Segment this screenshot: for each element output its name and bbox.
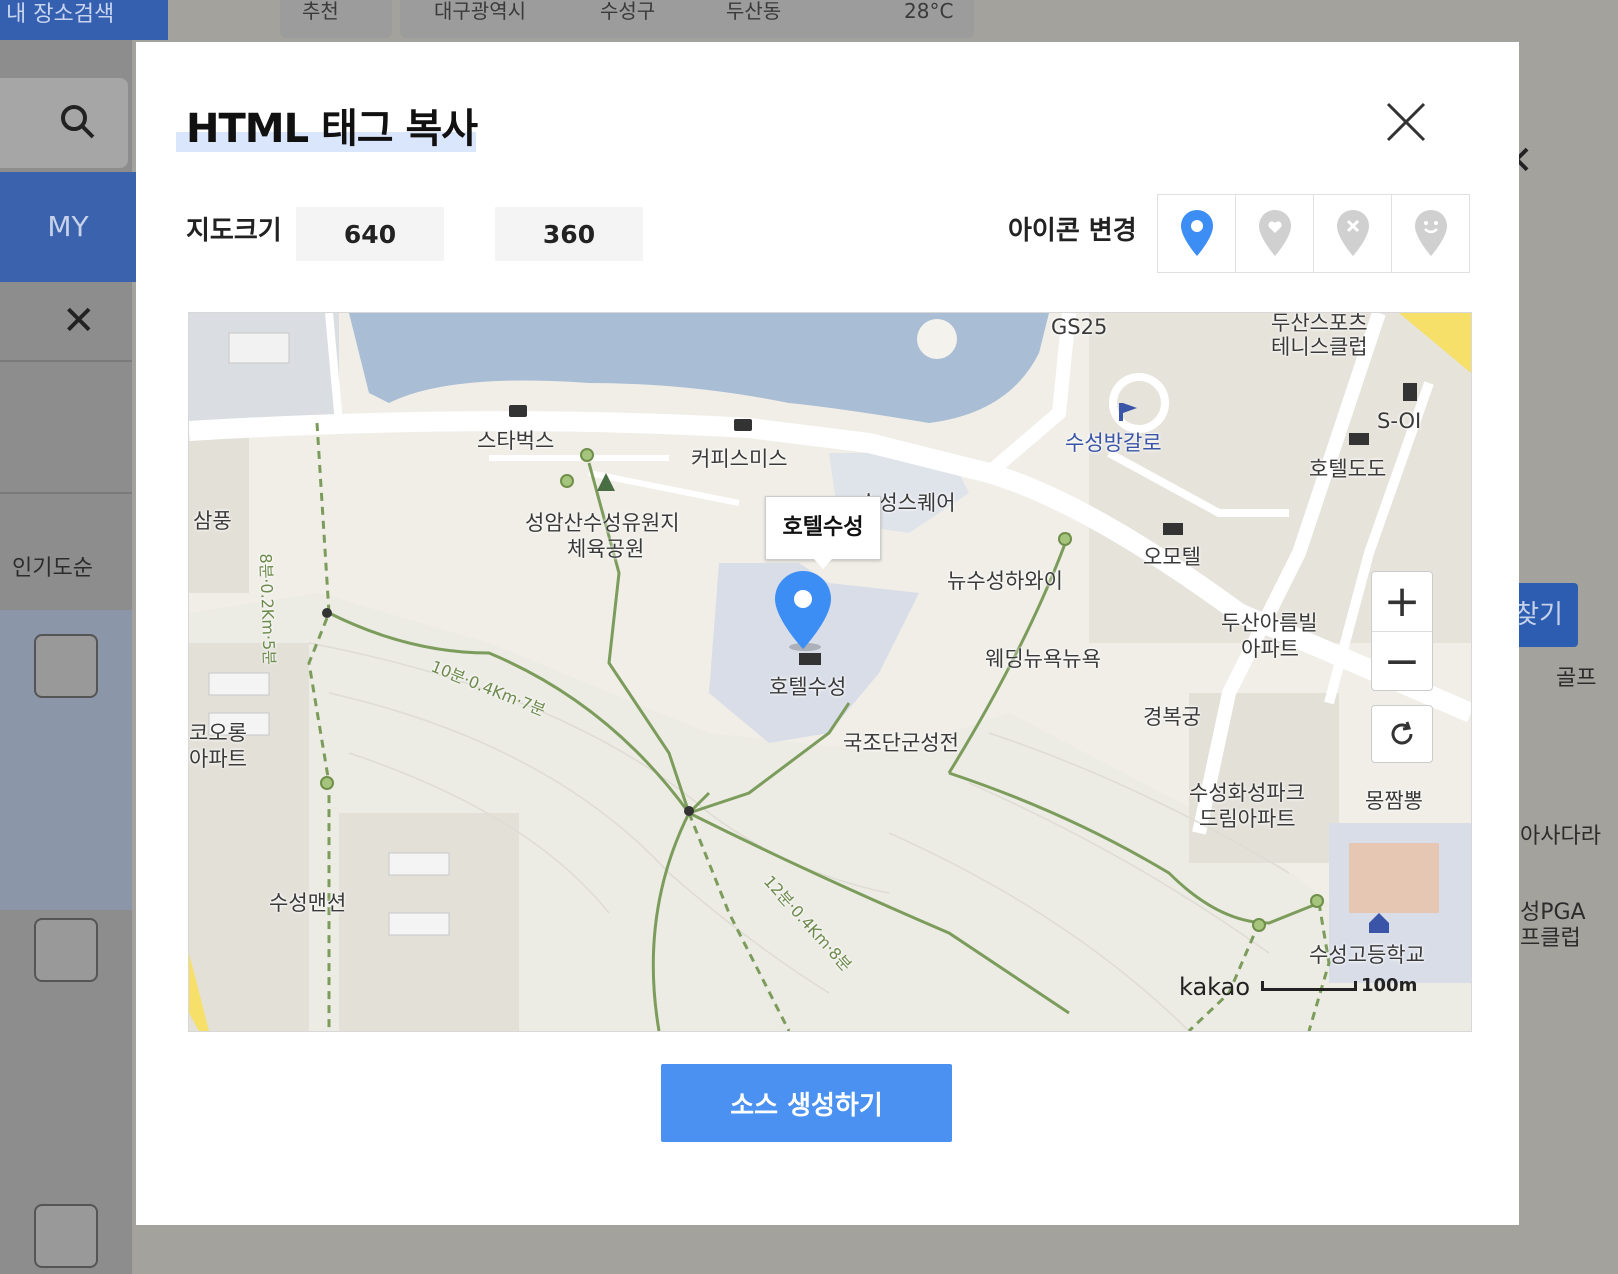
html-tag-copy-dialog: HTML 태그 복사 지도크기 아이콘 변경 [136,42,1519,1225]
my-tab[interactable]: MY [0,172,136,282]
my-place-search-tab[interactable]: 내 장소검색 [0,0,168,40]
map-label-hotel: 호텔수성 [769,675,847,699]
map-label-galro: 수성방갈로 [1065,431,1162,455]
map-width-input[interactable] [296,207,444,261]
map-label-gyeongbok: 경복궁 [1143,705,1201,729]
sort-label[interactable]: 인기도순 [12,550,93,582]
search-box[interactable] [0,78,128,168]
sort-dropdown-label: 추천 [302,0,339,23]
map-label-gs25: GS25 [1051,315,1108,339]
icon-option-x[interactable] [1314,195,1392,272]
scale-bar [1261,981,1357,991]
breadcrumb-city[interactable]: 대구광역시 [434,0,526,22]
dialog-title: HTML 태그 복사 [186,106,478,152]
map-label-soil: S-OI [1377,409,1422,433]
icon-selector [1157,194,1470,273]
map-label-mansion: 수성맨션 [269,891,347,915]
search-icon[interactable] [58,102,98,142]
marker-popup-label: 호텔수성 [782,515,864,540]
refresh-icon [1391,721,1413,745]
map-label-cafe: 커피스미스 [691,447,788,471]
breadcrumb-dong[interactable]: 두산동 [726,0,781,22]
map-label-dusan: 아파트 [1241,637,1299,661]
location-icon[interactable] [34,918,98,982]
generate-source-button[interactable]: 소스 생성하기 [661,1064,952,1142]
map-label: 프클럽 [1520,926,1581,951]
location-icon[interactable] [34,634,98,698]
map-label-omotel: 오모텔 [1143,545,1201,569]
refresh-button[interactable] [1371,705,1433,763]
map-label-starbucks: 스타벅스 [477,429,555,453]
zoom-control: + − [1371,571,1433,691]
map-label-kolong: 아파트 [189,747,247,771]
map-height-input[interactable] [495,207,643,261]
divider [0,360,132,362]
sidebar-close-icon[interactable]: ✕ [62,298,96,344]
map-label-school: 수성고등학교 [1309,943,1425,967]
weather-text: 28°C [904,0,954,23]
trail-label: 8분·0.2Km·5분 [256,553,279,666]
kakao-logo[interactable]: kakao [1179,973,1250,1001]
heart-marker-icon [1258,209,1291,256]
map-label: 골프 [1556,666,1597,691]
icon-option-marker[interactable] [1158,195,1236,272]
map-size-label: 지도크기 [186,216,282,246]
map-label-park: 체육공원 [567,537,645,561]
marker-popup: 호텔수성 [765,496,881,569]
map-marker-icon[interactable] [771,569,835,653]
map-label-gukjo: 국조단군성전 [843,731,959,755]
map-label: 아사다라 [1520,824,1601,849]
divider [0,492,132,494]
x-marker-icon [1336,209,1369,256]
icon-change-label: 아이콘 변경 [1008,216,1137,246]
zoom-out-button[interactable]: − [1372,631,1432,691]
map-label-hoteldodo: 호텔도도 [1309,457,1387,481]
zoom-in-button[interactable]: + [1372,572,1432,631]
map-preview[interactable]: GS25 두산스포츠 테니스클럽 스타벅스 커피스미스 수성스퀘어 수성방갈로 … [188,312,1472,1032]
breadcrumb: 대구광역시 수성구 두산동 28°C [400,0,974,38]
icon-option-heart[interactable] [1236,195,1314,272]
map-label-sampung: 삼풍 [193,509,232,533]
smile-marker-icon [1414,209,1447,256]
close-icon[interactable] [1382,98,1430,146]
map-label-dream: 드림아파트 [1199,807,1296,831]
scale-label: 100m [1361,975,1418,996]
map-label-newsusung: 뉴수성하와이 [947,569,1063,593]
map-label-tennis: 테니스클럽 [1271,335,1368,359]
icon-option-smile[interactable] [1392,195,1469,272]
sort-dropdown[interactable]: 추천 [280,0,392,38]
map-label-mongjjam: 몽짬뽕 [1365,789,1423,813]
breadcrumb-district[interactable]: 수성구 [600,0,655,22]
map-label-wedding: 웨딩뉴욕뉴욕 [985,647,1101,671]
marker-icon [1180,209,1213,256]
location-icon[interactable] [34,1204,98,1268]
